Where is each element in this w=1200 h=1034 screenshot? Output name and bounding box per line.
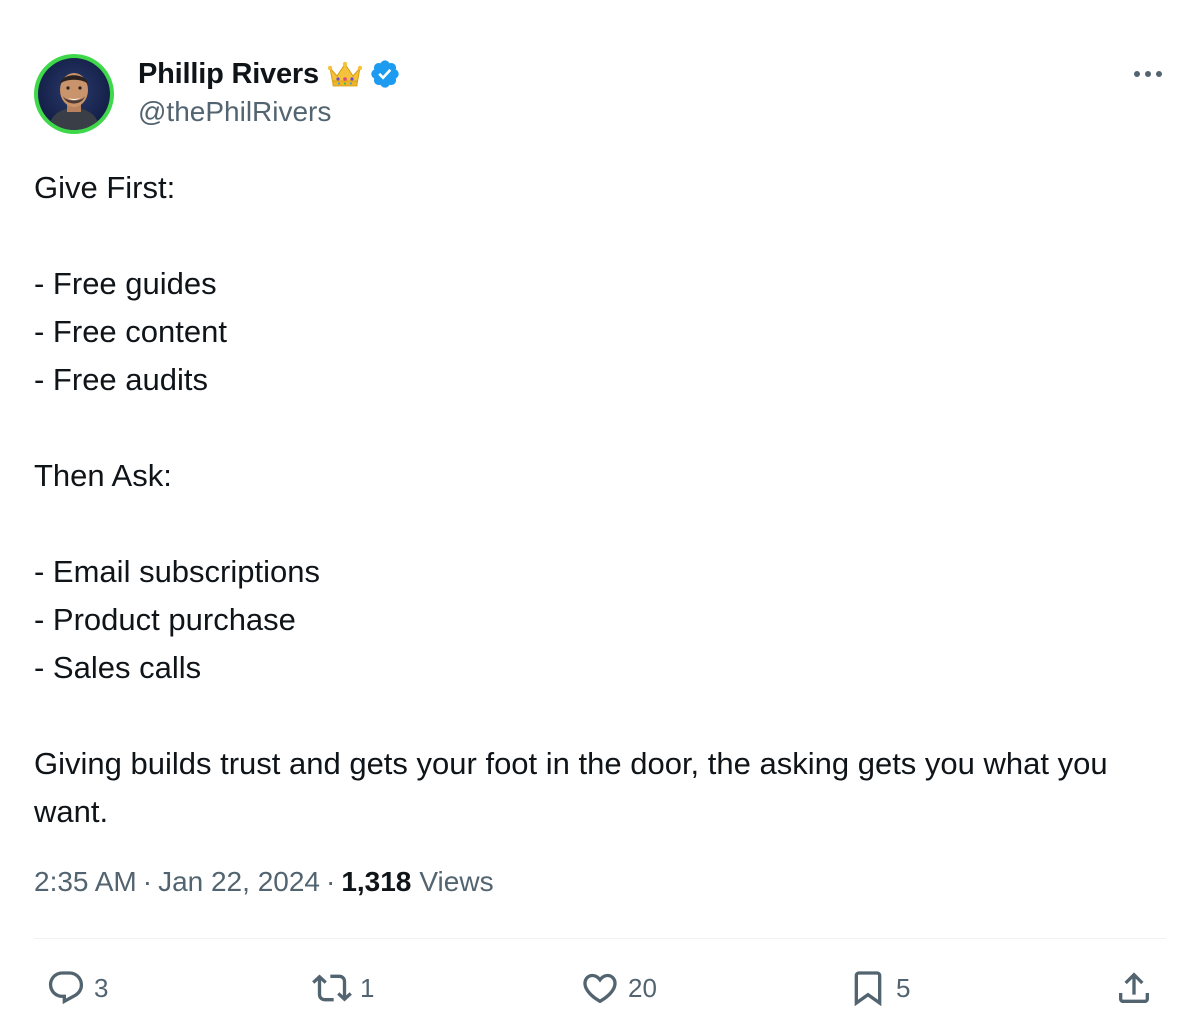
reply-icon <box>48 971 84 1005</box>
share-icon <box>1119 972 1149 1003</box>
bookmark-icon <box>854 971 882 1007</box>
tweet-line: Giving builds trust and gets your foot i… <box>34 746 1117 829</box>
verified-badge-icon[interactable] <box>369 58 401 90</box>
reply-count: 3 <box>94 972 109 1003</box>
views-count[interactable]: 1,318 <box>341 866 411 898</box>
avatar-photo <box>38 58 110 130</box>
bookmark-button[interactable]: 5 <box>848 960 910 1016</box>
meta-separator: · <box>142 866 153 897</box>
tweet-line <box>34 692 1144 740</box>
divider <box>34 938 1166 939</box>
display-name[interactable]: Phillip Rivers <box>138 58 319 91</box>
tweet-line: - Email subscriptions <box>34 554 320 589</box>
heart-icon <box>583 973 617 1004</box>
retweet-icon <box>312 974 352 1002</box>
action-bar: 3 1 20 5 <box>0 960 1200 1016</box>
like-count: 20 <box>628 972 657 1003</box>
tweet-line: - Free audits <box>34 362 209 397</box>
reply-button[interactable]: 3 <box>46 960 108 1016</box>
tweet-date[interactable]: Jan 22, 2024 <box>158 866 320 898</box>
crown-emoji-icon <box>327 61 363 87</box>
tweet-line: Give First: <box>34 170 176 205</box>
tweet-card: Phillip Rivers @thePhilRivers Give First… <box>0 0 1200 1034</box>
views-label[interactable]: Views <box>419 866 493 898</box>
avatar[interactable] <box>34 54 114 134</box>
share-button[interactable] <box>1114 960 1154 1016</box>
tweet-line: - Product purchase <box>34 602 296 637</box>
bookmark-count: 5 <box>896 972 911 1003</box>
tweet-line: Then Ask: <box>34 458 172 493</box>
tweet-line: - Free content <box>34 314 227 349</box>
meta-separator: · <box>325 866 336 897</box>
author-handle[interactable]: @thePhilRivers <box>138 96 331 128</box>
tweet-text: Give First: - Free guides - Free content… <box>34 164 1144 836</box>
like-button[interactable]: 20 <box>580 960 657 1016</box>
tweet-line <box>34 212 1144 260</box>
author-name-row: Phillip Rivers <box>138 54 401 94</box>
tweet-time[interactable]: 2:35 AM <box>34 866 137 898</box>
tweet-line: - Free guides <box>34 266 217 301</box>
more-options-icon[interactable] <box>1128 60 1168 88</box>
tweet-line: - Sales calls <box>34 650 202 685</box>
tweet-line <box>34 500 1144 548</box>
tweet-line <box>34 404 1144 452</box>
tweet-meta: 2:35 AM · Jan 22, 2024 · 1,318 Views <box>34 866 494 898</box>
retweet-button[interactable]: 1 <box>312 960 374 1016</box>
retweet-count: 1 <box>360 972 375 1003</box>
